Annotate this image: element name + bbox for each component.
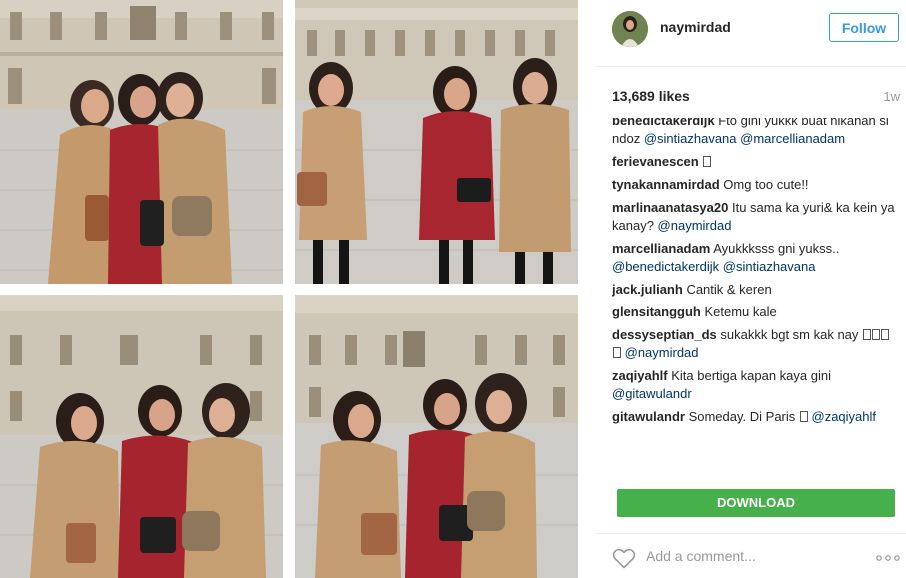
comment-username[interactable]: tynakannamirdad <box>612 177 720 192</box>
avatar[interactable] <box>612 11 648 47</box>
comment-mention-link[interactable]: @naymirdad <box>658 218 732 233</box>
likes-row: 13,689 likes 1w <box>612 88 900 106</box>
comment-username[interactable]: jack.julianh <box>612 282 683 297</box>
comment-mention-link[interactable]: @sintiazhavana <box>644 131 737 146</box>
comment-username[interactable]: dessyseptian_ds <box>612 327 717 342</box>
comment-text: Ayukkksss gni yukss.. <box>713 240 840 256</box>
comment-text: Kita bertiga kapan kaya gini <box>671 368 831 384</box>
download-button[interactable]: DOWNLOAD <box>617 489 895 517</box>
comment-item: tynakannamirdad Omg too cute!! <box>612 176 898 194</box>
emoji-icon <box>703 156 712 167</box>
photo-tile-1 <box>0 0 283 284</box>
add-comment-input[interactable] <box>646 546 846 566</box>
emoji-icon <box>799 411 808 423</box>
post-photo-collage[interactable] <box>0 0 586 578</box>
comment-mention-link[interactable]: @zaqiyahlf <box>812 409 877 424</box>
photo-tile-3 <box>0 295 283 578</box>
follow-button[interactable]: Follow <box>829 13 899 42</box>
post-timestamp[interactable]: 1w <box>883 89 900 104</box>
comment-username[interactable]: ferievanescen <box>612 154 699 169</box>
comment-item: benedictakerdijk Fto gini yukkk buat nik… <box>612 118 898 148</box>
emoji-icon <box>881 329 890 341</box>
post-details-panel: naymirdad Follow 13,689 likes 1w benedic… <box>596 0 906 578</box>
photo-tile-2 <box>295 0 578 284</box>
comment-username[interactable]: zaqiyahlf <box>612 368 668 383</box>
comment-username[interactable]: marlinaanatasya20 <box>612 200 728 215</box>
instagram-post-view: naymirdad Follow 13,689 likes 1w benedic… <box>0 0 906 578</box>
post-header: naymirdad Follow <box>596 0 906 67</box>
comment-text: Cantik & keren <box>686 281 772 297</box>
comment-text: Someday. Di Paris <box>688 409 799 425</box>
comment-text: Ketemu kale <box>704 304 777 320</box>
comment-item: glensitangguh Ketemu kale <box>612 303 898 321</box>
comment-item: gitawulandr Someday. Di Paris @zaqiyahlf <box>612 408 898 426</box>
comment-item: jack.julianh Cantik & keren <box>612 281 898 299</box>
emoji-icon <box>872 329 881 341</box>
more-options-icon[interactable] <box>876 555 900 561</box>
comment-mention-link[interactable]: @sintiazhavana <box>723 259 816 274</box>
likes-count[interactable]: 13,689 likes <box>612 88 690 104</box>
comment-username[interactable]: benedictakerdijk <box>612 118 715 128</box>
comment-text: sukakkk bgt sm kak nay <box>720 327 863 343</box>
emoji-icon <box>613 347 621 359</box>
comment-mention-link[interactable]: @naymirdad <box>625 345 699 360</box>
comment-item: marcellianadam Ayukkksss gni yukss.. @be… <box>612 240 898 276</box>
comment-username[interactable]: marcellianadam <box>612 241 710 256</box>
comment-text: Omg too cute!! <box>723 176 809 192</box>
comment-username[interactable]: gitawulandr <box>612 409 685 424</box>
comment-item: zaqiyahlf Kita bertiga kapan kaya gini @… <box>612 367 898 403</box>
comment-username[interactable]: glensitangguh <box>612 304 701 319</box>
comment-item: marlinaanatasya20 Itu sama ka yuri& ka k… <box>612 199 898 235</box>
post-author-username[interactable]: naymirdad <box>660 19 731 35</box>
comment-mention-link[interactable]: @marcellianadam <box>740 131 845 146</box>
comment-item: ferievanescen <box>612 153 898 171</box>
comment-footer <box>596 533 906 578</box>
comment-mention-link[interactable]: @benedictakerdijk <box>612 259 719 274</box>
photo-tile-4 <box>295 295 578 578</box>
comment-item: dessyseptian_ds sukakkk bgt sm kak nay @… <box>612 326 898 362</box>
heart-outline-icon[interactable] <box>612 547 636 569</box>
emoji-icon <box>863 329 872 341</box>
comments-list: benedictakerdijk Fto gini yukkk buat nik… <box>612 118 898 482</box>
comment-mention-link[interactable]: @gitawulandr <box>612 386 692 401</box>
